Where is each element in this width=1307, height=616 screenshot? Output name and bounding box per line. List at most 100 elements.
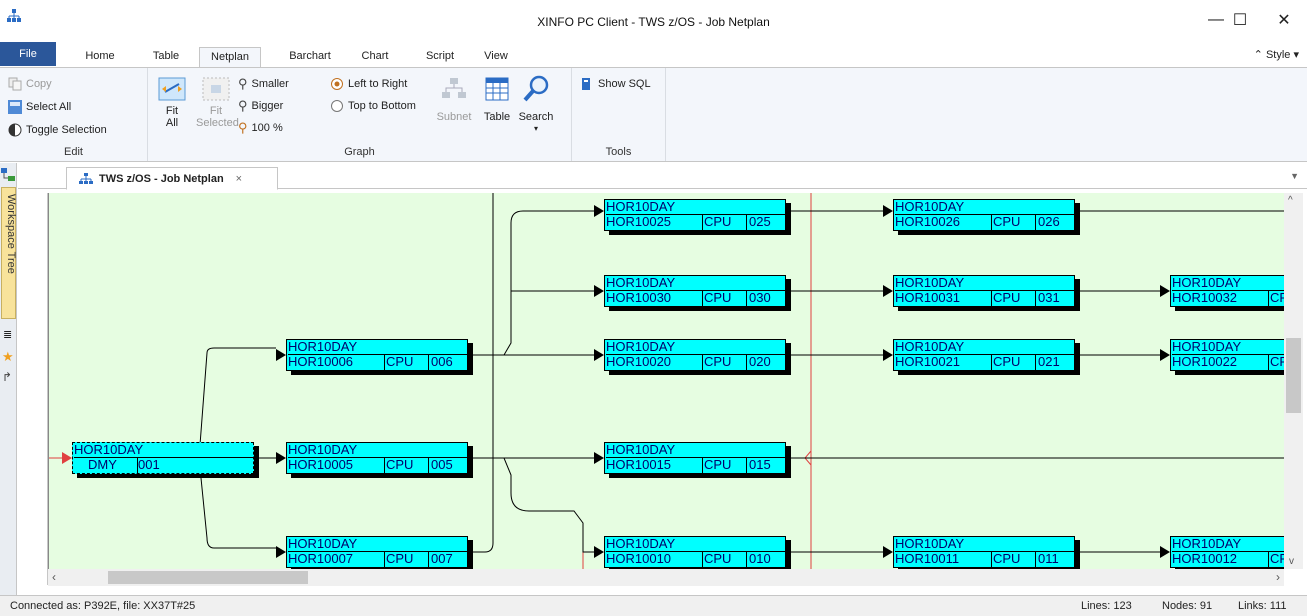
node-workstation: CPU <box>992 215 1036 230</box>
close-window-button[interactable]: ✕ <box>1261 6 1307 34</box>
node-application: HOR10DAY <box>895 340 1074 355</box>
edit-group: Copy Select All Toggle Selection Edit <box>0 68 148 161</box>
smaller-button[interactable]: ⚲ Smaller <box>238 74 289 94</box>
toggle-selection-button[interactable]: Toggle Selection <box>8 120 107 140</box>
tab-job-netplan[interactable]: TWS z/OS - Job Netplan × <box>66 167 278 190</box>
job-node[interactable]: HOR10DAY HOR10015 CPU 015 <box>604 442 791 478</box>
close-tab-icon[interactable]: × <box>236 173 242 185</box>
job-node[interactable]: HOR10DAY HOR10011 CPU 011 <box>893 536 1080 569</box>
dropdown-icon: ▾ <box>1293 49 1299 61</box>
star-icon[interactable]: ★ <box>2 349 14 365</box>
tab-script[interactable]: Script <box>418 47 462 68</box>
node-jobname: HOR10015 <box>606 458 703 473</box>
job-node[interactable]: HOR10DAY HOR10020 CPU 020 <box>604 339 791 375</box>
fit-selected-button[interactable]: Fit Selected <box>196 76 239 129</box>
select-all-button[interactable]: Select All <box>8 97 71 117</box>
fit-all-button[interactable]: Fit All <box>156 76 188 129</box>
node-box: HOR10DAY HOR10020 CPU 020 <box>604 339 786 371</box>
search-icon <box>523 75 549 102</box>
workspace-tree-tab[interactable]: Workspace Tree <box>1 187 17 319</box>
node-box: HOR10DAY HOR10010 CPU 010 <box>604 536 786 568</box>
zoom-reset-icon: ⚲ <box>238 120 248 135</box>
job-node[interactable]: HOR10DAY HOR10025 CPU 025 <box>604 199 791 235</box>
node-application: HOR10DAY <box>288 340 467 355</box>
tab-netplan[interactable]: Netplan <box>199 47 261 68</box>
node-application: HOR10DAY <box>606 340 785 355</box>
node-application: HOR10DAY <box>74 443 253 458</box>
maximize-button[interactable]: ☐ <box>1217 6 1263 34</box>
node-details: HOR10012CP <box>1172 552 1284 567</box>
nodes-count: Nodes: 91 <box>1162 600 1213 612</box>
horizontal-scrollbar[interactable]: ‹ › <box>48 569 1284 586</box>
job-node[interactable]: HOR10DAY HOR10026 CPU 026 <box>893 199 1080 235</box>
vertical-scrollbar[interactable]: ^ v <box>1284 193 1303 569</box>
show-sql-button[interactable]: Show SQL <box>580 74 651 94</box>
bigger-button[interactable]: ⚲ Bigger <box>238 96 283 116</box>
node-box: HOR10DAY HOR10025 CPU 025 <box>604 199 786 231</box>
job-node[interactable]: HOR10DAY DMY 001 <box>72 442 259 478</box>
node-box: HOR10DAY HOR10021 CPU 021 <box>893 339 1075 371</box>
tab-view[interactable]: View <box>476 47 516 68</box>
job-node[interactable]: HOR10DAY HOR10021 CPU 021 <box>893 339 1080 375</box>
links-count: Links: 111 <box>1238 600 1287 612</box>
scroll-up-icon[interactable]: ^ <box>1288 195 1293 206</box>
node-application: HOR10DAY <box>288 537 467 552</box>
subnet-button[interactable]: Subnet <box>436 76 472 123</box>
netplan-canvas[interactable]: HOR10DAY DMY 001 HOR10DAY HOR10006 CPU 006 HOR1… <box>48 193 1284 569</box>
horizontal-scroll-thumb[interactable] <box>108 571 308 584</box>
jump-arrow-icon[interactable]: ↱ <box>2 370 12 384</box>
job-node[interactable]: HOR10DAYHOR10012CP <box>1170 536 1284 569</box>
node-box: HOR10DAY HOR10030 CPU 030 <box>604 275 786 307</box>
node-opnum: 011 <box>1038 551 1059 566</box>
node-jobname: DMY <box>74 458 138 473</box>
zoom-100-button[interactable]: ⚲ 100 % <box>238 118 283 138</box>
job-node[interactable]: HOR10DAYHOR10022CP <box>1170 339 1284 375</box>
job-node[interactable]: HOR10DAY HOR10006 CPU 006 <box>286 339 473 375</box>
list-icon[interactable]: ≣ <box>3 328 12 341</box>
tab-barchart[interactable]: Barchart <box>280 47 340 68</box>
top-to-bottom-radio[interactable]: Top to Bottom <box>330 96 416 116</box>
node-box: HOR10DAY HOR10031 CPU 031 <box>893 275 1075 307</box>
node-jobname: HOR10012 <box>1172 552 1269 567</box>
vertical-scroll-thumb[interactable] <box>1286 338 1301 413</box>
scroll-left-icon[interactable]: ‹ <box>52 570 56 584</box>
tab-list-dropdown-icon[interactable]: ▼ <box>1290 171 1299 181</box>
job-node[interactable]: HOR10DAY HOR10030 CPU 030 <box>604 275 791 311</box>
table-button[interactable]: Table <box>482 76 512 123</box>
node-box: HOR10DAY HOR10006 CPU 006 <box>286 339 468 371</box>
tab-table[interactable]: Table <box>146 47 186 68</box>
node-opnum: 031 <box>1038 290 1060 305</box>
toggle-selection-icon <box>8 123 22 137</box>
left-to-right-radio[interactable]: Left to Right <box>330 74 407 94</box>
search-button[interactable]: Search ▾ <box>516 74 556 135</box>
tab-home[interactable]: Home <box>80 47 120 68</box>
tab-chart[interactable]: Chart <box>354 47 396 68</box>
node-application: HOR10DAY <box>606 276 785 291</box>
job-node[interactable]: HOR10DAYHOR10032CP <box>1170 275 1284 311</box>
node-box: HOR10DAY HOR10011 CPU 011 <box>893 536 1075 568</box>
link-line <box>468 210 594 356</box>
node-application: HOR10DAY <box>606 200 785 215</box>
tab-file[interactable]: File <box>0 42 56 66</box>
link-arrowhead <box>594 452 604 464</box>
node-workstation: CPU <box>385 355 429 370</box>
node-jobname: HOR10007 <box>288 552 385 567</box>
scroll-down-icon[interactable]: v <box>1289 556 1294 567</box>
node-details: HOR10026 CPU 026 <box>895 215 1074 230</box>
link-arrowhead <box>883 349 893 361</box>
job-node[interactable]: HOR10DAY HOR10031 CPU 031 <box>893 275 1080 311</box>
job-node[interactable]: HOR10DAY HOR10005 CPU 005 <box>286 442 473 478</box>
scroll-right-icon[interactable]: › <box>1276 570 1280 584</box>
job-node[interactable]: HOR10DAY HOR10010 CPU 010 <box>604 536 791 569</box>
style-button[interactable]: ⌃ Style ▾ <box>1254 48 1299 61</box>
ribbon-tabs: File Home Table Netplan Barchart Chart S… <box>0 42 1307 68</box>
node-workstation: CPU <box>992 355 1036 370</box>
job-node[interactable]: HOR10DAY HOR10007 CPU 007 <box>286 536 473 569</box>
link-arrowhead <box>1160 285 1170 297</box>
copy-button[interactable]: Copy <box>8 74 52 94</box>
node-box: HOR10DAYHOR10012CP <box>1170 536 1284 568</box>
node-application: HOR10DAY <box>606 443 785 458</box>
node-workstation: CPU <box>703 215 747 230</box>
fit-all-icon <box>158 77 186 101</box>
link-arrowhead <box>276 349 286 361</box>
